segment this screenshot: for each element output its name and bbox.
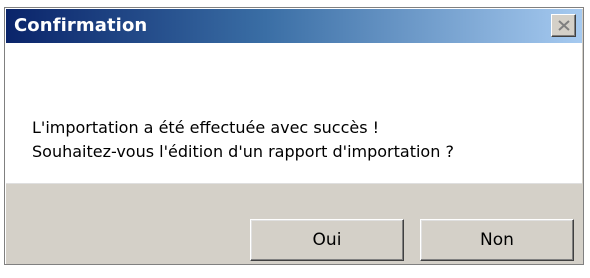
- yes-button[interactable]: Oui: [250, 219, 404, 261]
- message-text: L'importation a été effectuée avec succè…: [32, 116, 454, 164]
- dialog-title: Confirmation: [14, 15, 148, 36]
- no-button[interactable]: Non: [420, 219, 574, 261]
- close-button[interactable]: [551, 14, 576, 37]
- title-bar[interactable]: Confirmation: [6, 9, 582, 43]
- close-icon: [557, 20, 570, 31]
- message-line-2: Souhaitez-vous l'édition d'un rapport d'…: [32, 142, 454, 161]
- confirmation-dialog: Confirmation L'importation a été effectu…: [4, 7, 584, 265]
- message-line-1: L'importation a été effectuée avec succè…: [32, 118, 380, 137]
- message-area: L'importation a été effectuée avec succè…: [6, 43, 582, 184]
